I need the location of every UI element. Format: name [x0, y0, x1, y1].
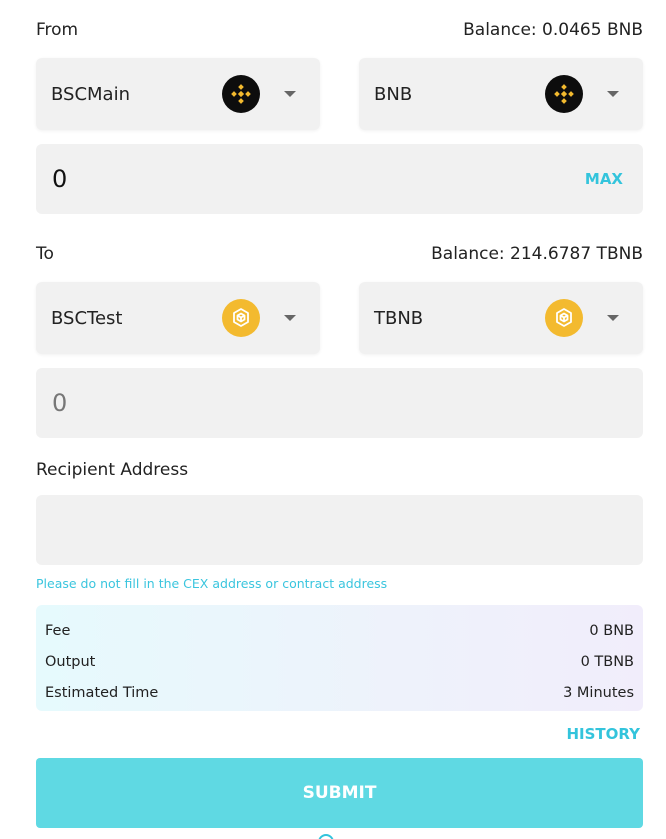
estimated-time-label: Estimated Time	[45, 684, 159, 701]
transfer-summary: Fee 0 BNB Output 0 TBNB Estimated Time 3…	[36, 605, 643, 711]
fee-value: 0 BNB	[589, 622, 634, 639]
chevron-down-icon	[284, 91, 296, 97]
from-network-select[interactable]: BSCMain	[36, 58, 320, 130]
loading-indicator-icon	[318, 834, 334, 839]
max-button[interactable]: MAX	[585, 170, 623, 188]
fee-row: Fee 0 BNB	[45, 615, 634, 646]
recipient-hint: Please do not fill in the CEX address or…	[36, 576, 388, 591]
bnb-gold-icon	[545, 299, 583, 337]
history-link[interactable]: HISTORY	[566, 725, 640, 743]
to-network-select[interactable]: BSCTest	[36, 282, 320, 354]
from-balance: Balance: 0.0465 BNB	[463, 20, 643, 40]
chevron-down-icon	[284, 315, 296, 321]
from-amount-field[interactable]: 0 MAX	[36, 144, 643, 214]
to-header: To Balance: 214.6787 TBNB	[36, 242, 643, 266]
output-label: Output	[45, 653, 96, 670]
recipient-address-input[interactable]	[36, 495, 643, 565]
recipient-label: Recipient Address	[36, 460, 189, 480]
estimated-time-row: Estimated Time 3 Minutes	[45, 677, 634, 708]
bnb-gold-icon	[222, 299, 260, 337]
from-label: From	[36, 20, 79, 40]
output-row: Output 0 TBNB	[45, 646, 634, 677]
from-header: From Balance: 0.0465 BNB	[36, 18, 643, 42]
submit-button[interactable]: SUBMIT	[36, 758, 643, 828]
recipient-address-field[interactable]	[36, 495, 643, 565]
from-token-select[interactable]: BNB	[359, 58, 643, 130]
from-amount-value[interactable]: 0	[52, 165, 585, 193]
to-balance: Balance: 214.6787 TBNB	[431, 244, 643, 264]
from-network-name: BSCMain	[51, 83, 130, 105]
chevron-down-icon	[607, 315, 619, 321]
fee-label: Fee	[45, 622, 71, 639]
output-value: 0 TBNB	[580, 653, 634, 670]
estimated-time-value: 3 Minutes	[563, 684, 634, 701]
bridge-form: From Balance: 0.0465 BNB BSCMain BNB 0 M…	[0, 0, 666, 839]
chevron-down-icon	[607, 91, 619, 97]
from-token-name: BNB	[374, 83, 413, 105]
to-network-name: BSCTest	[51, 307, 123, 329]
to-amount-value: 0	[52, 389, 68, 417]
to-token-name: TBNB	[374, 307, 424, 329]
bnb-black-icon	[222, 75, 260, 113]
to-amount-field: 0	[36, 368, 643, 438]
to-label: To	[36, 244, 54, 264]
bnb-black-icon	[545, 75, 583, 113]
recipient-header: Recipient Address	[36, 458, 643, 482]
to-token-select[interactable]: TBNB	[359, 282, 643, 354]
